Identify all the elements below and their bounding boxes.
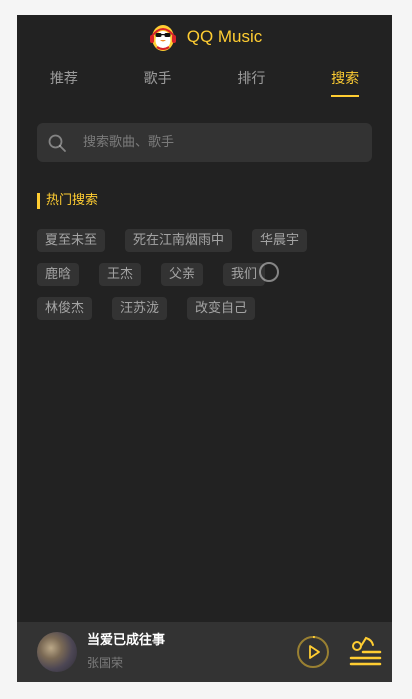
play-icon[interactable] bbox=[296, 635, 330, 669]
hot-key[interactable]: 死在江南烟雨中 bbox=[125, 229, 233, 252]
playlist-icon[interactable] bbox=[348, 635, 382, 669]
tab-search[interactable]: 搜索 bbox=[315, 67, 375, 97]
hot-search-title: 热门搜索 bbox=[37, 193, 98, 209]
hot-key[interactable]: 汪苏泷 bbox=[112, 297, 168, 320]
tab-recommend[interactable]: 推荐 bbox=[34, 67, 94, 91]
search-box[interactable] bbox=[37, 123, 372, 162]
album-cover[interactable] bbox=[37, 632, 77, 672]
song-info: 当爱已成往事 张国荣 bbox=[87, 632, 296, 672]
hot-key-row: 鹿晗 王杰 父亲 我们 bbox=[37, 263, 377, 286]
qq-music-penguin-icon bbox=[149, 25, 176, 51]
tab-bar: 推荐 歌手 排行 搜索 bbox=[17, 67, 392, 99]
tab-label: 歌手 bbox=[143, 71, 172, 87]
hot-key[interactable]: 华晨宇 bbox=[252, 229, 308, 252]
hot-key[interactable]: 夏至未至 bbox=[37, 229, 106, 252]
app-container: QQ Music 推荐 歌手 排行 搜索 热门搜索 夏至未至 死在江南烟雨中 华… bbox=[17, 15, 392, 682]
tab-label: 排行 bbox=[237, 71, 266, 87]
tab-label: 推荐 bbox=[49, 71, 78, 87]
search-icon bbox=[48, 134, 66, 152]
singer-name: 张国荣 bbox=[87, 656, 124, 670]
hot-key[interactable]: 改变自己 bbox=[187, 297, 256, 320]
tab-rank[interactable]: 排行 bbox=[221, 67, 281, 91]
hot-key[interactable]: 鹿晗 bbox=[37, 263, 80, 286]
app-title: QQ Music bbox=[186, 27, 263, 46]
hot-key-row: 林俊杰 汪苏泷 改变自己 bbox=[37, 297, 377, 320]
tab-singer[interactable]: 歌手 bbox=[128, 67, 188, 91]
hot-key[interactable]: 林俊杰 bbox=[37, 297, 93, 320]
hot-key[interactable]: 王杰 bbox=[99, 263, 142, 286]
hot-key[interactable]: 父亲 bbox=[161, 263, 204, 286]
header: QQ Music bbox=[17, 15, 392, 59]
song-name: 当爱已成往事 bbox=[87, 633, 166, 648]
active-tab-indicator bbox=[331, 95, 360, 97]
mini-player[interactable]: 当爱已成往事 张国荣 bbox=[17, 622, 392, 682]
touch-cursor-indicator bbox=[259, 262, 279, 282]
hot-key-row: 夏至未至 死在江南烟雨中 华晨宇 bbox=[37, 229, 377, 252]
hot-search-keys: 夏至未至 死在江南烟雨中 华晨宇 鹿晗 王杰 父亲 我们 林俊杰 汪苏泷 改变自… bbox=[37, 229, 377, 331]
search-input[interactable] bbox=[81, 134, 372, 151]
tab-label: 搜索 bbox=[331, 71, 360, 87]
